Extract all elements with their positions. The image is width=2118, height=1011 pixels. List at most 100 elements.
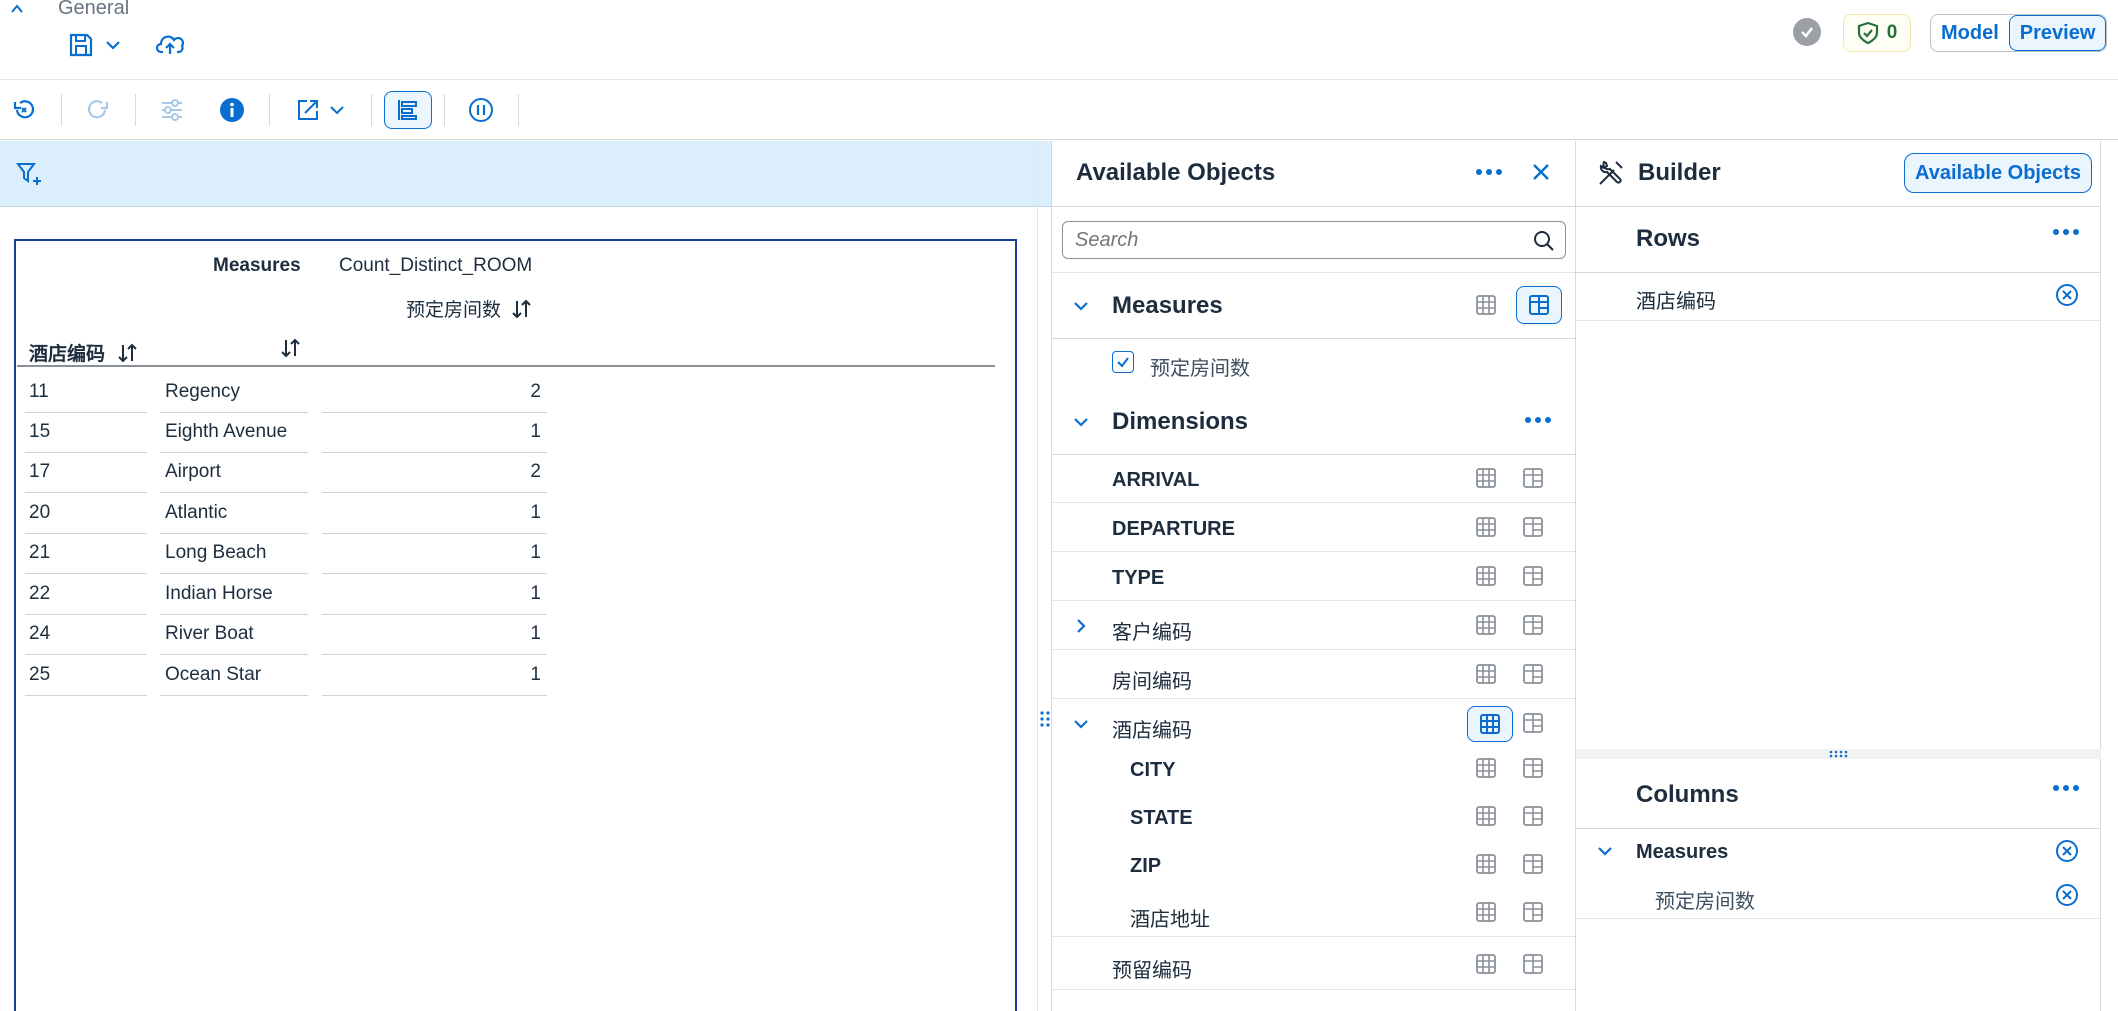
collapse-header-icon[interactable]: [8, 0, 26, 18]
search-icon[interactable]: [1533, 230, 1555, 257]
add-to-columns-icon[interactable]: [1522, 663, 1544, 690]
rows-grid-icon[interactable]: [1475, 294, 1497, 321]
add-to-columns-icon[interactable]: [1522, 853, 1544, 880]
remove-circle-icon[interactable]: [2055, 883, 2079, 912]
dimension-item[interactable]: TYPE: [1052, 553, 1575, 601]
table-row[interactable]: 21 Long Beach 1: [17, 534, 547, 574]
table-row[interactable]: 17 Airport 2: [17, 453, 547, 493]
available-objects-button[interactable]: Available Objects: [1904, 153, 2092, 193]
columns-grid-icon[interactable]: [1516, 286, 1562, 324]
sort-icon[interactable]: [280, 337, 302, 364]
add-to-columns-icon[interactable]: [1522, 614, 1544, 641]
cell-value: 1: [530, 623, 541, 644]
export-menu-button[interactable]: [288, 92, 352, 128]
rows-item[interactable]: 酒店编码: [1576, 273, 2101, 321]
chevron-down-icon[interactable]: [1596, 842, 1614, 865]
measures-section-label: Measures: [1112, 292, 1223, 319]
cell-name: Ocean Star: [165, 664, 262, 685]
table-row[interactable]: 24 River Boat 1: [17, 615, 547, 655]
add-to-columns-icon[interactable]: [1522, 901, 1544, 928]
dimensions-section-header[interactable]: Dimensions: [1052, 389, 1575, 455]
dimension-item[interactable]: ARRIVAL: [1052, 455, 1575, 503]
chevron-right-icon[interactable]: [1072, 617, 1090, 640]
table-row[interactable]: 22 Indian Horse 1: [17, 575, 547, 615]
section-resize-divider[interactable]: [1576, 749, 2101, 759]
remove-circle-icon[interactable]: [2055, 839, 2079, 868]
more-options-icon[interactable]: [1525, 417, 1551, 423]
columns-item[interactable]: 预定房间数: [1576, 873, 2101, 919]
model-mode-button[interactable]: Model: [1931, 15, 2009, 51]
add-to-rows-icon[interactable]: [1475, 805, 1497, 832]
table-row[interactable]: 20 Atlantic 1: [17, 494, 547, 534]
measure-item[interactable]: 预定房间数: [1052, 339, 1575, 387]
cloud-sync-button[interactable]: [155, 32, 186, 63]
add-to-rows-icon[interactable]: [1475, 467, 1497, 494]
panel-splitter[interactable]: [1037, 141, 1051, 1011]
measures-section-header[interactable]: Measures: [1052, 273, 1575, 339]
dimension-attribute-item[interactable]: CITY: [1052, 745, 1575, 793]
add-to-columns-icon[interactable]: [1522, 467, 1544, 494]
add-to-rows-icon[interactable]: [1475, 901, 1497, 928]
dimension-attribute-item[interactable]: 酒店地址: [1052, 889, 1575, 937]
dimension-attribute-item[interactable]: STATE: [1052, 793, 1575, 841]
more-options-icon[interactable]: [1476, 169, 1502, 175]
sort-icon[interactable]: [117, 342, 139, 364]
dimension-item[interactable]: 预留编码: [1052, 938, 1575, 990]
chevron-down-icon: [104, 36, 122, 59]
add-to-columns-icon[interactable]: [1522, 757, 1544, 784]
cell-name: Airport: [165, 461, 221, 482]
add-to-rows-icon[interactable]: [1467, 706, 1513, 742]
more-options-icon[interactable]: [2053, 229, 2079, 235]
add-filter-icon[interactable]: [16, 161, 44, 192]
add-to-rows-icon[interactable]: [1475, 663, 1497, 690]
preview-mode-button[interactable]: Preview: [2008, 15, 2107, 51]
add-to-rows-icon[interactable]: [1475, 614, 1497, 641]
chevron-down-icon[interactable]: [1072, 297, 1090, 320]
dimension-item[interactable]: DEPARTURE: [1052, 504, 1575, 552]
issues-badge-button[interactable]: 0: [1843, 14, 1911, 52]
add-to-rows-icon[interactable]: [1475, 757, 1497, 784]
more-options-icon[interactable]: [2053, 785, 2079, 791]
add-to-rows-icon[interactable]: [1475, 565, 1497, 592]
search-field[interactable]: [1062, 221, 1566, 259]
chevron-down-icon[interactable]: [1072, 715, 1090, 738]
tools-icon: [1598, 158, 1626, 191]
info-button[interactable]: [214, 92, 250, 128]
save-menu-button[interactable]: [68, 32, 122, 63]
add-to-columns-icon[interactable]: [1522, 516, 1544, 543]
columns-group-item[interactable]: Measures: [1576, 829, 2101, 873]
drag-handle-icon[interactable]: [1038, 709, 1052, 733]
dimension-attribute-item[interactable]: ZIP: [1052, 841, 1575, 889]
remove-circle-icon[interactable]: [2055, 283, 2079, 312]
dimension-item[interactable]: 房间编码: [1052, 651, 1575, 699]
table-row[interactable]: 25 Ocean Star 1: [17, 656, 547, 696]
redo-button[interactable]: [80, 92, 116, 128]
add-to-rows-icon[interactable]: [1475, 853, 1497, 880]
sort-icon[interactable]: [511, 298, 533, 320]
close-icon[interactable]: [1530, 161, 1552, 188]
builder-panel-icon: [398, 100, 417, 120]
table-row[interactable]: 15 Eighth Avenue 1: [17, 413, 547, 453]
add-to-rows-icon[interactable]: [1475, 953, 1497, 980]
search-input[interactable]: [1075, 228, 1515, 252]
builder-toggle-button[interactable]: [384, 91, 432, 129]
dimension-item[interactable]: 客户编码: [1052, 602, 1575, 650]
chevron-down-icon[interactable]: [1072, 413, 1090, 436]
page-title: General: [58, 0, 130, 19]
measure-checkbox[interactable]: [1112, 351, 1134, 373]
dimension-item[interactable]: 酒店编码: [1052, 700, 1575, 748]
cell-code: 22: [29, 583, 51, 604]
table-row[interactable]: 11 Regency 2: [17, 373, 547, 413]
add-to-columns-icon[interactable]: [1522, 565, 1544, 592]
add-to-columns-icon[interactable]: [1522, 805, 1544, 832]
settings-sliders-button[interactable]: [154, 92, 190, 128]
share-icon: [298, 100, 318, 120]
pause-button[interactable]: [463, 92, 499, 128]
add-to-columns-icon[interactable]: [1522, 953, 1544, 980]
undo-button[interactable]: [6, 92, 42, 128]
chevron-down-icon: [330, 106, 344, 115]
add-to-rows-icon[interactable]: [1475, 516, 1497, 543]
shield-icon: [1857, 21, 1878, 45]
cell-value: 1: [530, 583, 541, 604]
add-to-columns-icon[interactable]: [1522, 712, 1544, 739]
